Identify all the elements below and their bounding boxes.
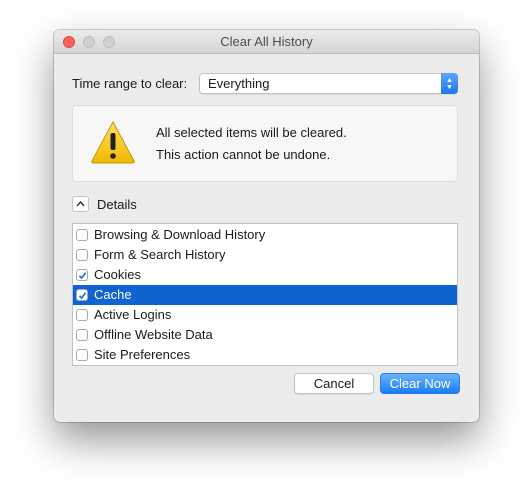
chevron-up-icon — [76, 200, 85, 207]
window-title: Clear All History — [220, 34, 313, 49]
list-item-label: Browsing & Download History — [94, 227, 266, 242]
list-item-label: Cache — [94, 287, 132, 302]
list-item-label: Form & Search History — [94, 247, 226, 262]
checkbox[interactable] — [76, 249, 88, 261]
clear-now-button[interactable]: Clear Now — [380, 373, 460, 394]
details-toggle-button[interactable] — [72, 196, 89, 212]
list-item-label: Cookies — [94, 267, 141, 282]
history-items-list: Browsing & Download History Form & Search… — [72, 223, 458, 366]
checkbox[interactable] — [76, 349, 88, 361]
warning-panel: All selected items will be cleared. This… — [72, 105, 458, 182]
checkbox[interactable] — [76, 229, 88, 241]
checkbox[interactable] — [76, 309, 88, 321]
warning-message-line2: This action cannot be undone. — [156, 147, 331, 162]
checkbox[interactable] — [76, 329, 88, 341]
title-bar[interactable]: Clear All History — [54, 30, 479, 54]
time-range-label: Time range to clear: — [72, 76, 188, 91]
time-range-select[interactable]: Everything ▲ ▼ — [199, 73, 458, 94]
list-item[interactable]: Cookies — [73, 265, 457, 285]
list-item[interactable]: Browsing & Download History — [73, 225, 457, 245]
list-item-label: Active Logins — [94, 307, 172, 322]
list-item-label: Offline Website Data — [94, 327, 213, 342]
checkmark-icon — [78, 292, 87, 300]
checkmark-icon — [78, 272, 87, 280]
list-item[interactable]: Site Preferences — [73, 345, 457, 365]
cancel-button[interactable]: Cancel — [294, 373, 374, 394]
list-item[interactable]: Active Logins — [73, 305, 457, 325]
warning-icon — [91, 120, 135, 164]
list-item-label: Site Preferences — [94, 347, 191, 362]
checkbox[interactable] — [76, 269, 88, 281]
clear-history-dialog: Clear All History Time range to clear: E… — [54, 30, 479, 422]
select-arrows-icon: ▲ ▼ — [441, 73, 458, 94]
warning-message-line1: All selected items will be cleared. — [156, 125, 347, 140]
list-item[interactable]: Cache — [73, 285, 457, 305]
details-label: Details — [97, 197, 137, 212]
time-range-value: Everything — [208, 76, 270, 91]
list-item[interactable]: Offline Website Data — [73, 325, 457, 345]
checkbox[interactable] — [76, 289, 88, 301]
list-item[interactable]: Form & Search History — [73, 245, 457, 265]
